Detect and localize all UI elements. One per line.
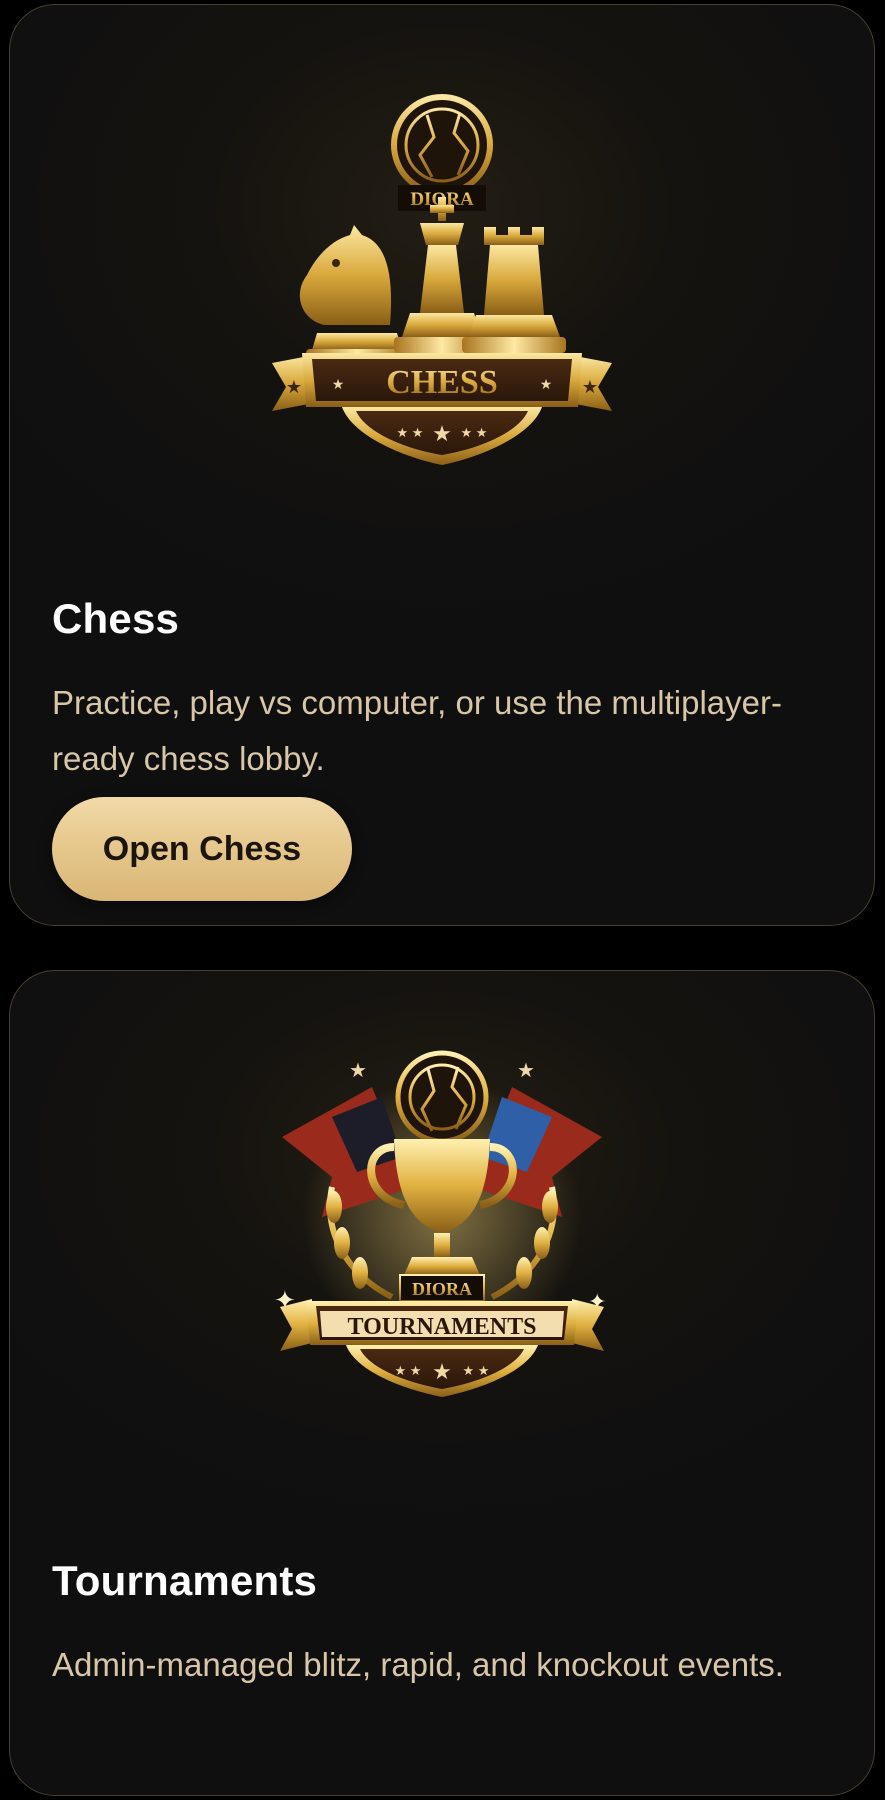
svg-text:★: ★ — [432, 421, 452, 446]
svg-text:★ ★: ★ ★ — [395, 1363, 422, 1378]
svg-text:★ ★: ★ ★ — [463, 1363, 490, 1378]
open-chess-button[interactable]: Open Chess — [52, 797, 352, 901]
svg-text:★: ★ — [332, 376, 345, 392]
card-title: Chess — [52, 595, 180, 642]
tournaments-logo-icon: ★ ★ DIORA ✦ ✦ TOURNAMENTS ★ ★ ★ ★ ★ — [274, 1050, 606, 1397]
logo-banner-text: CHESS — [386, 364, 498, 401]
logo-banner-text: TOURNAMENTS — [348, 1314, 537, 1340]
svg-text:★: ★ — [582, 377, 598, 397]
card-description: Admin-managed blitz, rapid, and knockout… — [52, 1646, 784, 1683]
svg-text:★ ★: ★ ★ — [397, 425, 424, 440]
chess-card: DIORA ★ ★ CHESS ★ ★ ★ ★ ★ ★ ★ — [9, 4, 875, 926]
card-description: Practice, play vs computer, or use the m… — [52, 684, 782, 777]
logo-top-text: DIORA — [412, 1279, 472, 1299]
svg-text:★: ★ — [349, 1060, 367, 1082]
svg-text:★: ★ — [432, 1359, 452, 1384]
card-title: Tournaments — [52, 1557, 318, 1604]
chess-logo-icon: DIORA ★ ★ CHESS ★ ★ ★ ★ ★ ★ ★ — [272, 94, 612, 465]
tournaments-card: ★ ★ DIORA ✦ ✦ TOURNAMENTS ★ ★ ★ ★ ★ Tour… — [9, 970, 875, 1796]
svg-text:★: ★ — [540, 376, 553, 392]
svg-text:★ ★: ★ ★ — [461, 425, 488, 440]
svg-text:★: ★ — [286, 377, 302, 397]
svg-text:★: ★ — [517, 1060, 535, 1082]
